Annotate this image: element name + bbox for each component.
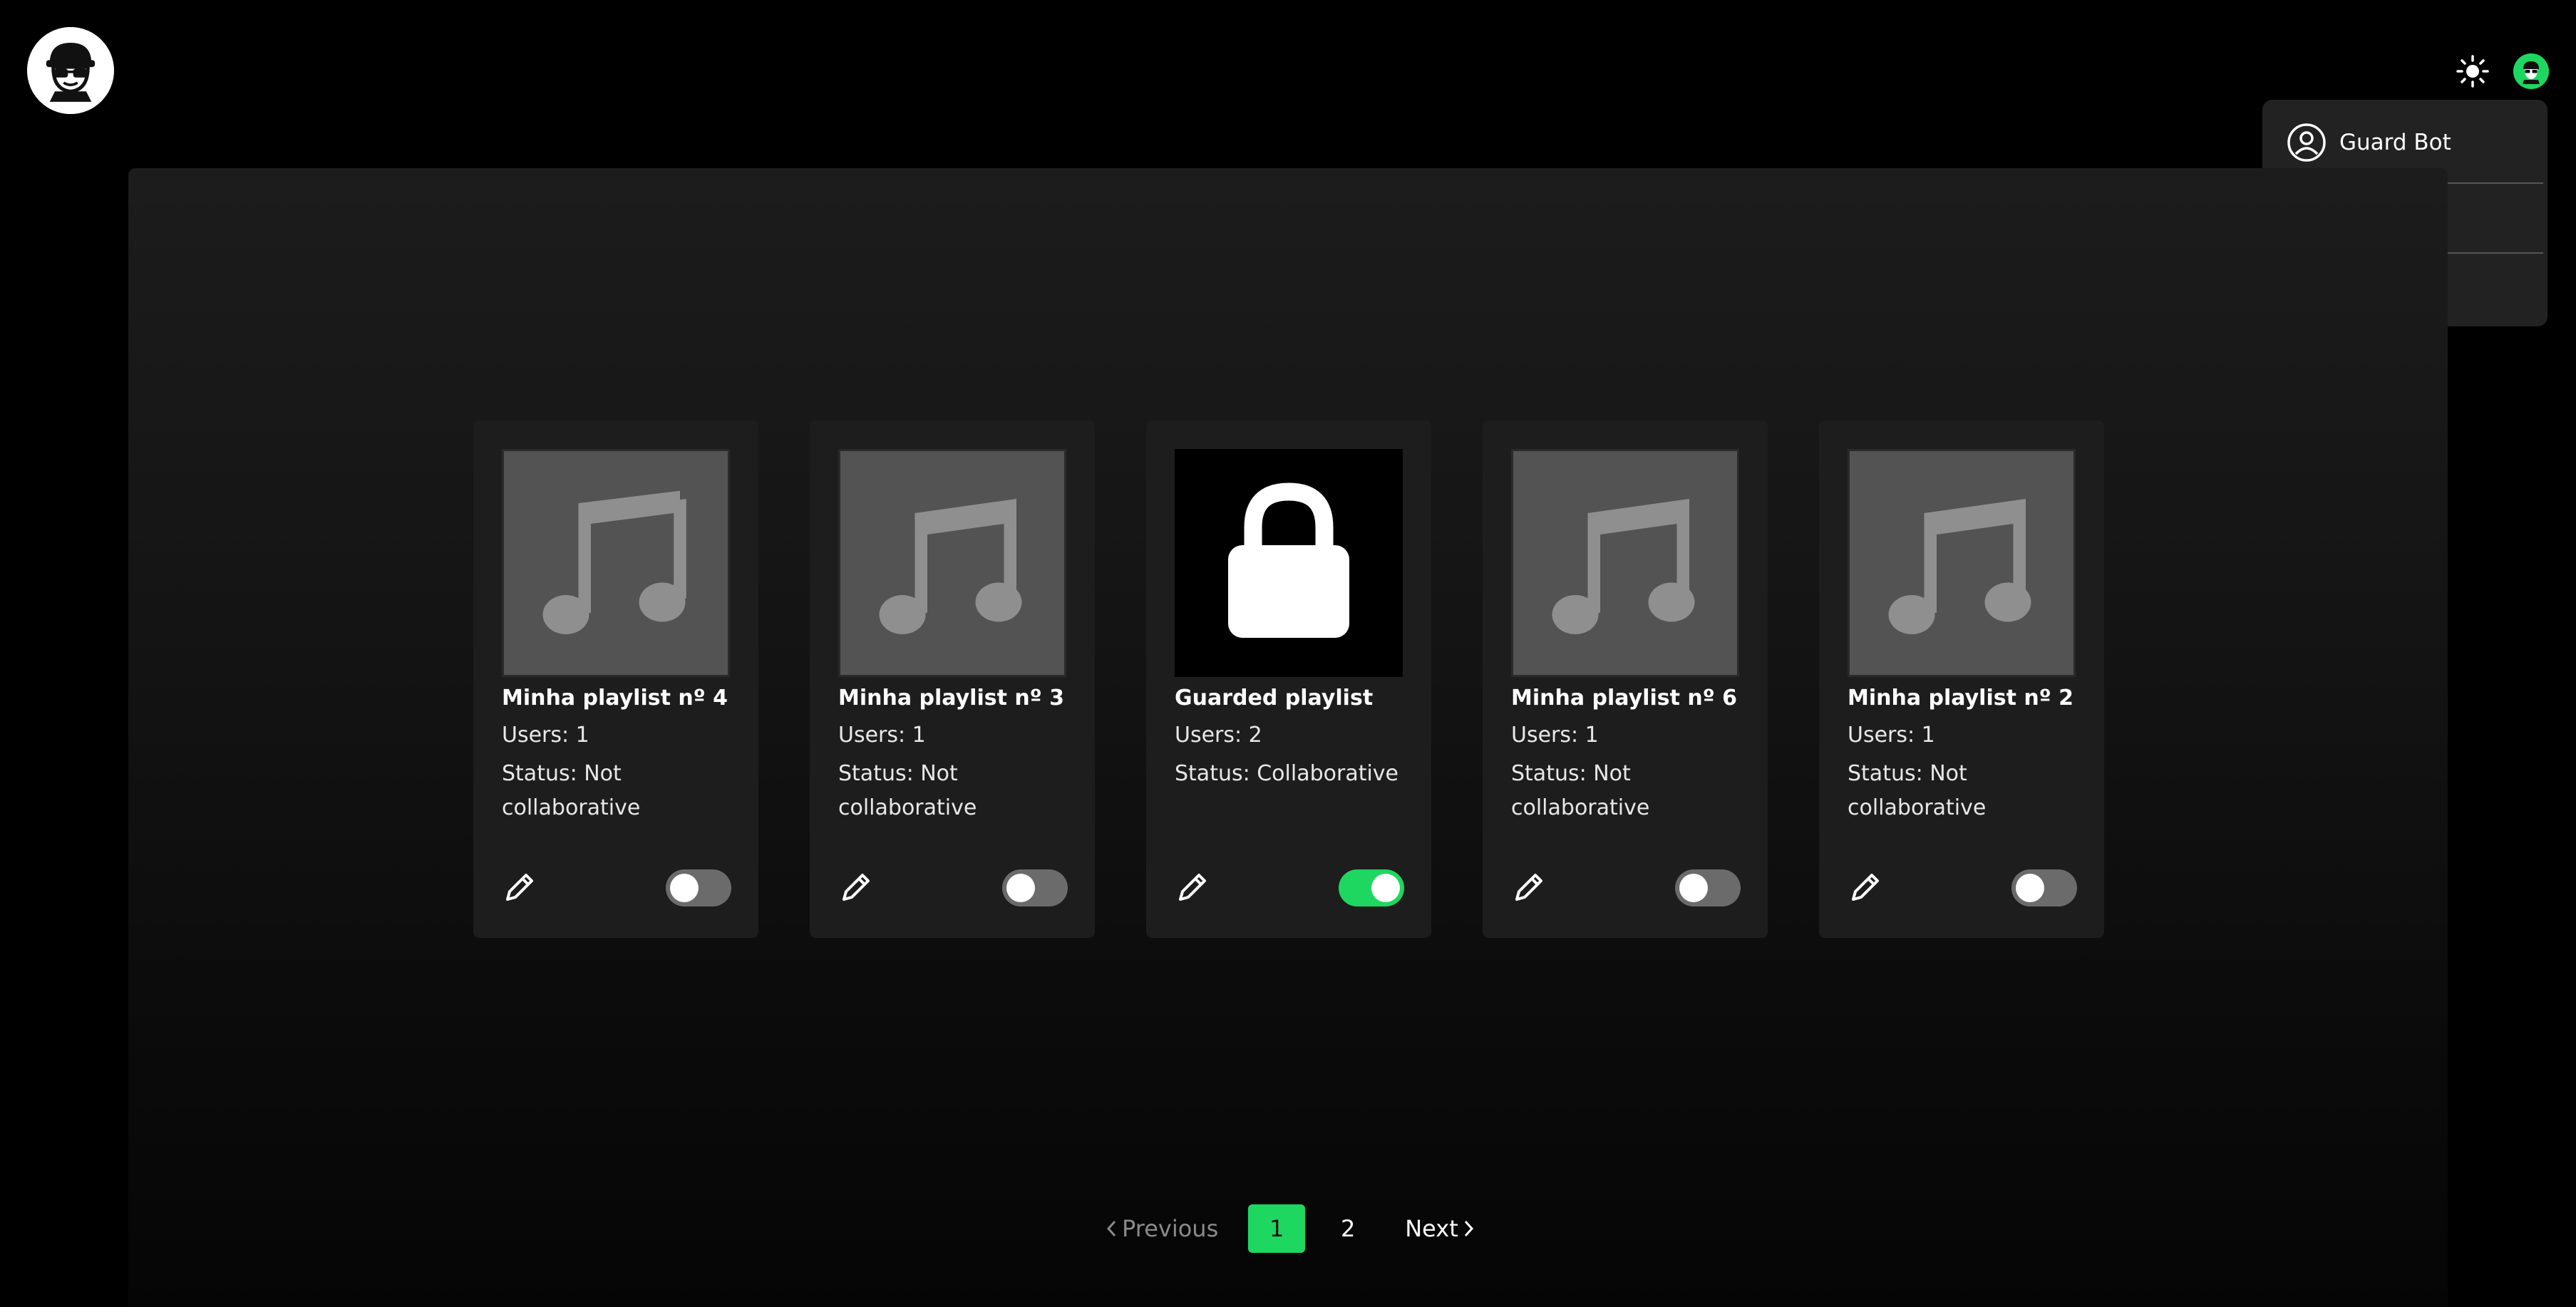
playlist-title: Guarded playlist [1175, 686, 1374, 711]
playlist-status: Status: Not collaborative [1511, 761, 1650, 820]
playlist-cover [838, 449, 1066, 677]
collaborative-toggle[interactable] [1002, 869, 1068, 906]
next-page-button[interactable]: Next [1405, 1215, 1475, 1242]
playlist-status: Status: Not collaborative [502, 761, 641, 820]
previous-label: Previous [1122, 1215, 1219, 1242]
music-note-icon [879, 499, 1022, 634]
edit-pencil-icon[interactable] [1511, 868, 1548, 905]
playlist-card[interactable]: Minha playlist nº 4 Users: 1 Status: Not… [473, 420, 758, 938]
playlist-status: Status: Not collaborative [838, 761, 977, 820]
collaborative-toggle[interactable] [2011, 869, 2077, 906]
chevron-left-icon [1106, 1220, 1116, 1237]
playlist-cover [1848, 449, 2076, 677]
playlist-title: Minha playlist nº 6 [1511, 686, 1737, 711]
playlist-title: Minha playlist nº 3 [838, 686, 1064, 711]
sun-icon [2456, 55, 2489, 88]
playlist-cover [1175, 449, 1403, 677]
toggle-knob [1006, 874, 1035, 902]
previous-page-button[interactable]: Previous [1105, 1215, 1218, 1242]
music-note-icon [1552, 499, 1695, 634]
avatar-icon [2513, 53, 2549, 89]
toggle-knob [670, 874, 699, 902]
playlist-users: Users: 1 [1848, 723, 1935, 748]
playlist-card[interactable]: Guarded playlist Users: 2 Status: Collab… [1146, 420, 1431, 938]
playlist-status: Status: Collaborative [1175, 761, 1399, 786]
user-circle-icon [2287, 123, 2326, 162]
edit-pencil-icon[interactable] [1848, 868, 1885, 905]
user-name: Guard Bot [2339, 130, 2451, 155]
toggle-knob [1371, 874, 1400, 902]
lock-icon [1228, 482, 1349, 638]
playlist-status: Status: Not collaborative [1848, 761, 1987, 820]
music-note-icon [1888, 499, 2031, 634]
playlist-users: Users: 1 [502, 723, 589, 748]
playlist-title: Minha playlist nº 2 [1848, 686, 2073, 711]
edit-pencil-icon[interactable] [838, 868, 875, 905]
playlist-card[interactable]: Minha playlist nº 6 Users: 1 Status: Not… [1483, 420, 1768, 938]
next-label: Next [1405, 1215, 1458, 1242]
playlist-card[interactable]: Minha playlist nº 3 Users: 1 Status: Not… [810, 420, 1095, 938]
page-1-button[interactable]: 1 [1248, 1204, 1306, 1253]
user-avatar-button[interactable] [2513, 53, 2549, 89]
collaborative-toggle[interactable] [1675, 869, 1741, 906]
toggle-knob [2016, 874, 2044, 902]
page-2-button[interactable]: 2 [1319, 1204, 1376, 1253]
playlist-title: Minha playlist nº 4 [502, 686, 728, 711]
edit-pencil-icon[interactable] [502, 868, 539, 905]
playlist-users: Users: 2 [1175, 723, 1262, 748]
toggle-knob [1679, 874, 1708, 902]
playlist-users: Users: 1 [1511, 723, 1599, 748]
collaborative-toggle[interactable] [666, 869, 731, 906]
app-logo[interactable] [27, 27, 114, 114]
edit-pencil-icon[interactable] [1175, 868, 1212, 905]
collaborative-toggle[interactable] [1339, 869, 1404, 906]
playlist-cover [502, 449, 730, 677]
music-note-icon [542, 490, 686, 634]
pagination: Previous 1 2 Next [1105, 1204, 1475, 1253]
chevron-right-icon [1464, 1220, 1473, 1237]
playlist-card[interactable]: Minha playlist nº 2 Users: 1 Status: Not… [1819, 420, 2104, 938]
theme-toggle-button[interactable] [2452, 53, 2493, 90]
guard-avatar-icon [27, 27, 114, 114]
playlist-users: Users: 1 [838, 723, 926, 748]
playlist-cover [1511, 449, 1739, 677]
